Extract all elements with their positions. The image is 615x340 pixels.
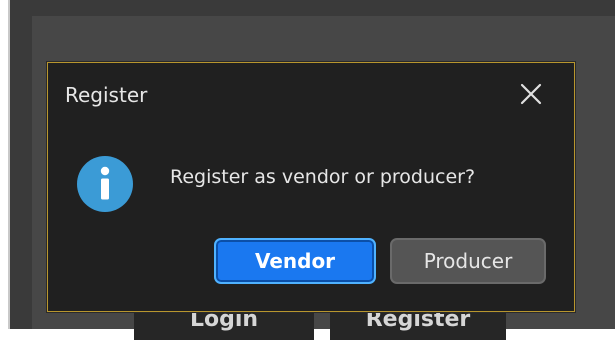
- producer-button[interactable]: Producer: [390, 238, 546, 284]
- vendor-button[interactable]: Vendor: [214, 238, 376, 284]
- info-icon: [76, 155, 134, 213]
- close-button[interactable]: [518, 81, 544, 107]
- dialog-title: Register: [65, 83, 148, 107]
- register-dialog: Register Register as vendor or producer?…: [47, 62, 575, 312]
- close-icon: [520, 83, 542, 105]
- dialog-message: Register as vendor or producer?: [170, 166, 476, 188]
